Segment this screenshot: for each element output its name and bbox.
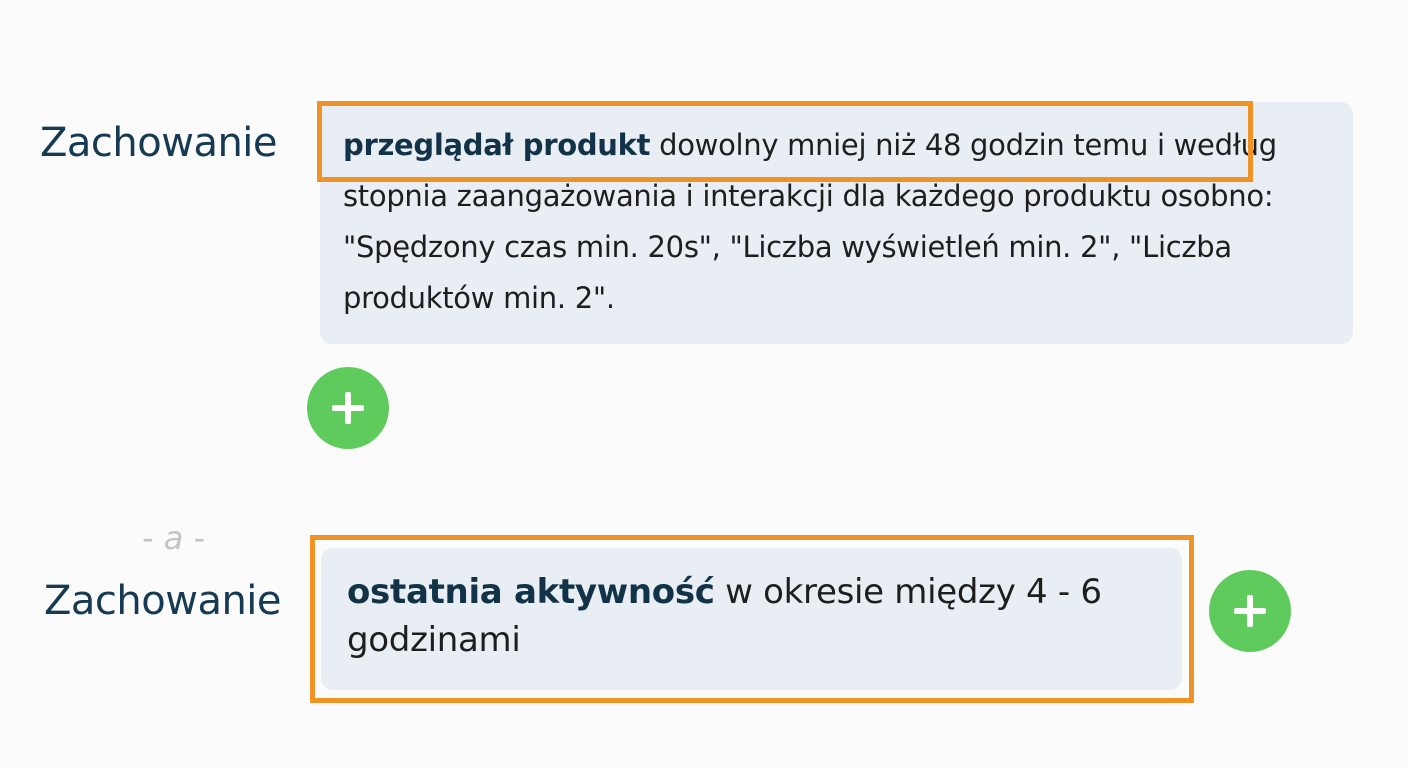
condition-label: Zachowanie: [40, 120, 278, 166]
condition-keyword[interactable]: ostatnia aktywność: [347, 572, 715, 612]
plus-icon: [1234, 595, 1266, 627]
condition-rule-text: ostatnia aktywność w okresie między 4 - …: [347, 568, 1167, 664]
condition-keyword[interactable]: przeglądał produkt: [343, 128, 651, 162]
condition-label: Zachowanie: [44, 578, 282, 624]
and-connector: - a -: [142, 519, 206, 557]
plus-icon: [332, 392, 364, 424]
add-condition-button[interactable]: [1209, 570, 1291, 652]
condition-first-line-text: dowolny mniej niż 48 godzin temu i: [650, 128, 1165, 162]
add-condition-button[interactable]: [307, 367, 389, 449]
condition-rule-text: przeglądał produkt dowolny mniej niż 48 …: [343, 120, 1283, 324]
